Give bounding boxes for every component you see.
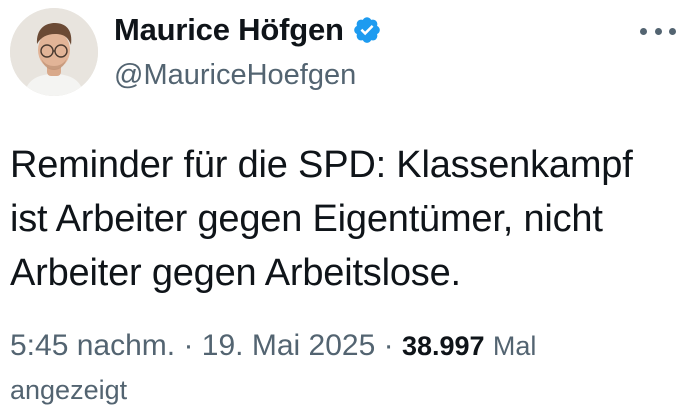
views-count: 38.997	[401, 331, 485, 361]
tweet-text-line: Reminder für die SPD: Klassenkampf	[10, 144, 633, 186]
avatar[interactable]	[10, 8, 98, 96]
tweet-text-line: Arbeiter gegen Arbeitslose.	[10, 252, 461, 294]
meta-separator: ·	[383, 329, 394, 362]
tweet-timestamp[interactable]: 5:45 nachm. · 19. Mai 2025	[10, 329, 375, 362]
tweet-date: 19. Mai 2025	[201, 329, 376, 362]
meta-separator: ·	[183, 329, 194, 362]
tweet-text: Reminder für die SPD: Klassenkampf ist A…	[10, 138, 670, 300]
tweet-text-line: ist Arbeiter gegen Eigentümer, nicht	[10, 198, 603, 240]
views-label: Mal	[492, 331, 537, 361]
more-dot	[640, 27, 647, 35]
author-handle[interactable]: @MauriceHoefgen	[114, 59, 356, 92]
more-dot	[669, 27, 676, 35]
tweet-meta: 5:45 nachm. · 19. Mai 2025 · 38.997 Mal …	[10, 324, 650, 412]
tweet-time: 5:45 nachm.	[10, 329, 176, 362]
more-dot	[654, 27, 662, 35]
tweet: Maurice Höfgen @MauriceHoefgen Reminder …	[0, 0, 688, 417]
author-name-row: Maurice Höfgen	[114, 12, 382, 48]
more-horizontal-icon[interactable]	[640, 20, 676, 42]
verified-badge-icon[interactable]	[352, 15, 382, 45]
avatar-image	[10, 8, 98, 96]
author-display-name[interactable]: Maurice Höfgen	[114, 12, 344, 48]
views-label-continued: angezeigt	[10, 375, 128, 405]
